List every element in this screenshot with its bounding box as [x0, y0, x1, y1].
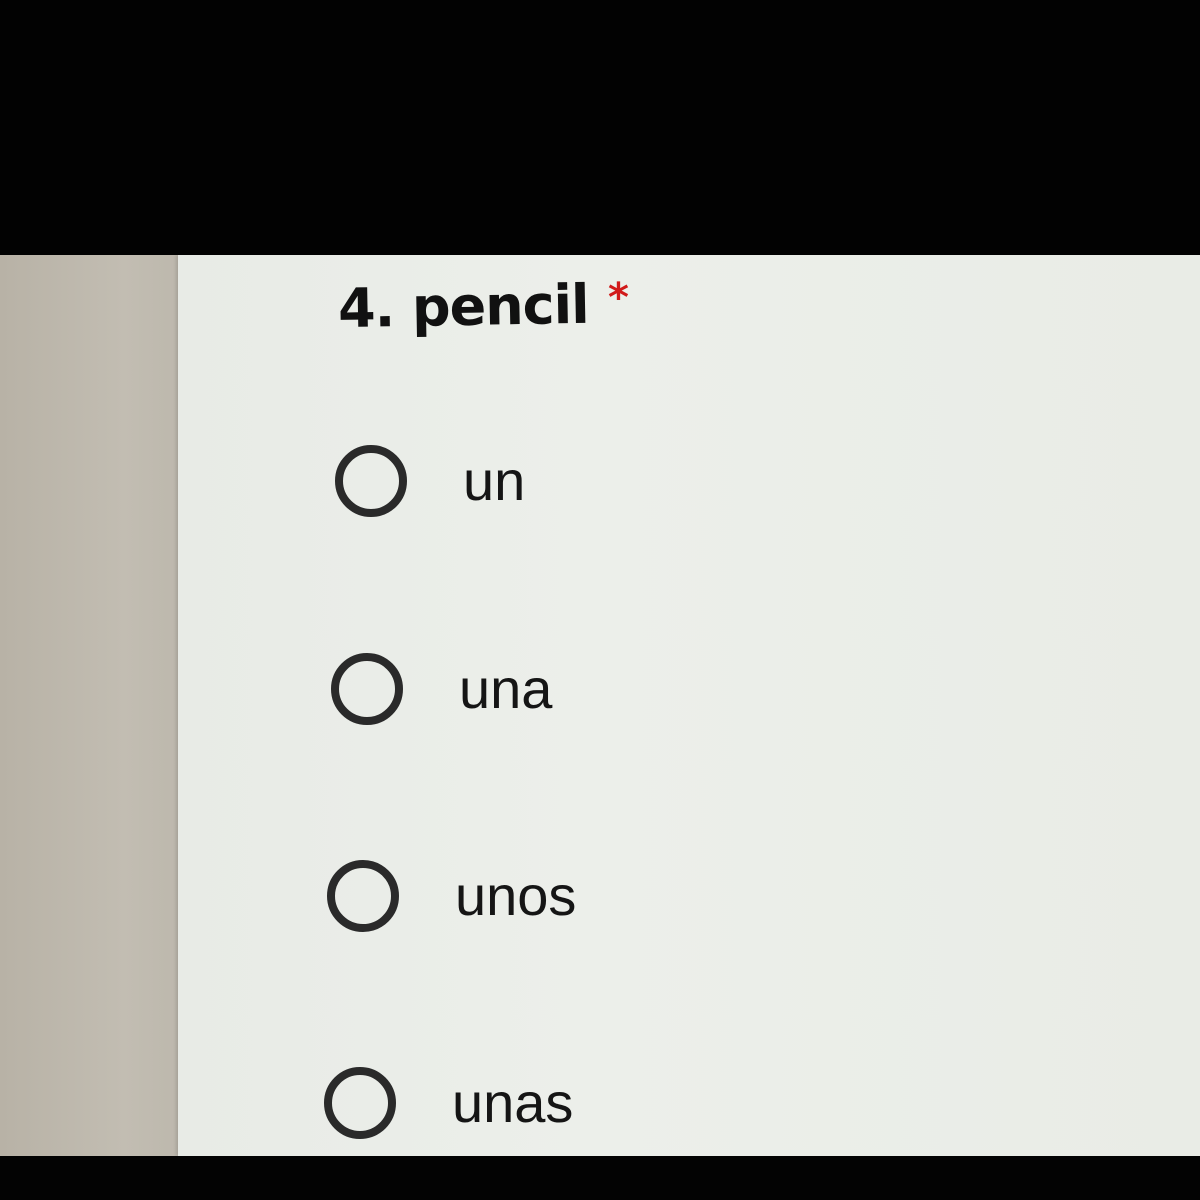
- option-un[interactable]: un: [335, 445, 525, 517]
- radio-button-icon[interactable]: [331, 653, 403, 725]
- option-unos[interactable]: unos: [327, 860, 576, 932]
- option-label: una: [459, 657, 553, 720]
- option-label: unos: [455, 864, 577, 927]
- option-label: unas: [452, 1071, 574, 1134]
- option-label: un: [463, 449, 526, 512]
- screen-area: 4. pencil * un una unos unas: [0, 255, 1200, 1156]
- screen-photo: 4. pencil * un una unos unas: [0, 0, 1200, 1200]
- option-unas[interactable]: unas: [324, 1067, 573, 1139]
- radio-button-icon[interactable]: [335, 445, 407, 517]
- page-side-margin: [0, 255, 178, 1156]
- option-una[interactable]: una: [331, 653, 552, 725]
- monitor-bezel-bottom: [0, 1156, 1200, 1200]
- radio-button-icon[interactable]: [324, 1067, 396, 1139]
- required-asterisk: *: [608, 275, 629, 321]
- monitor-bezel-top: [0, 0, 1200, 255]
- radio-button-icon[interactable]: [327, 860, 399, 932]
- question-card: 4. pencil * un una unos unas: [178, 255, 1200, 1156]
- question-title: 4. pencil: [337, 272, 590, 341]
